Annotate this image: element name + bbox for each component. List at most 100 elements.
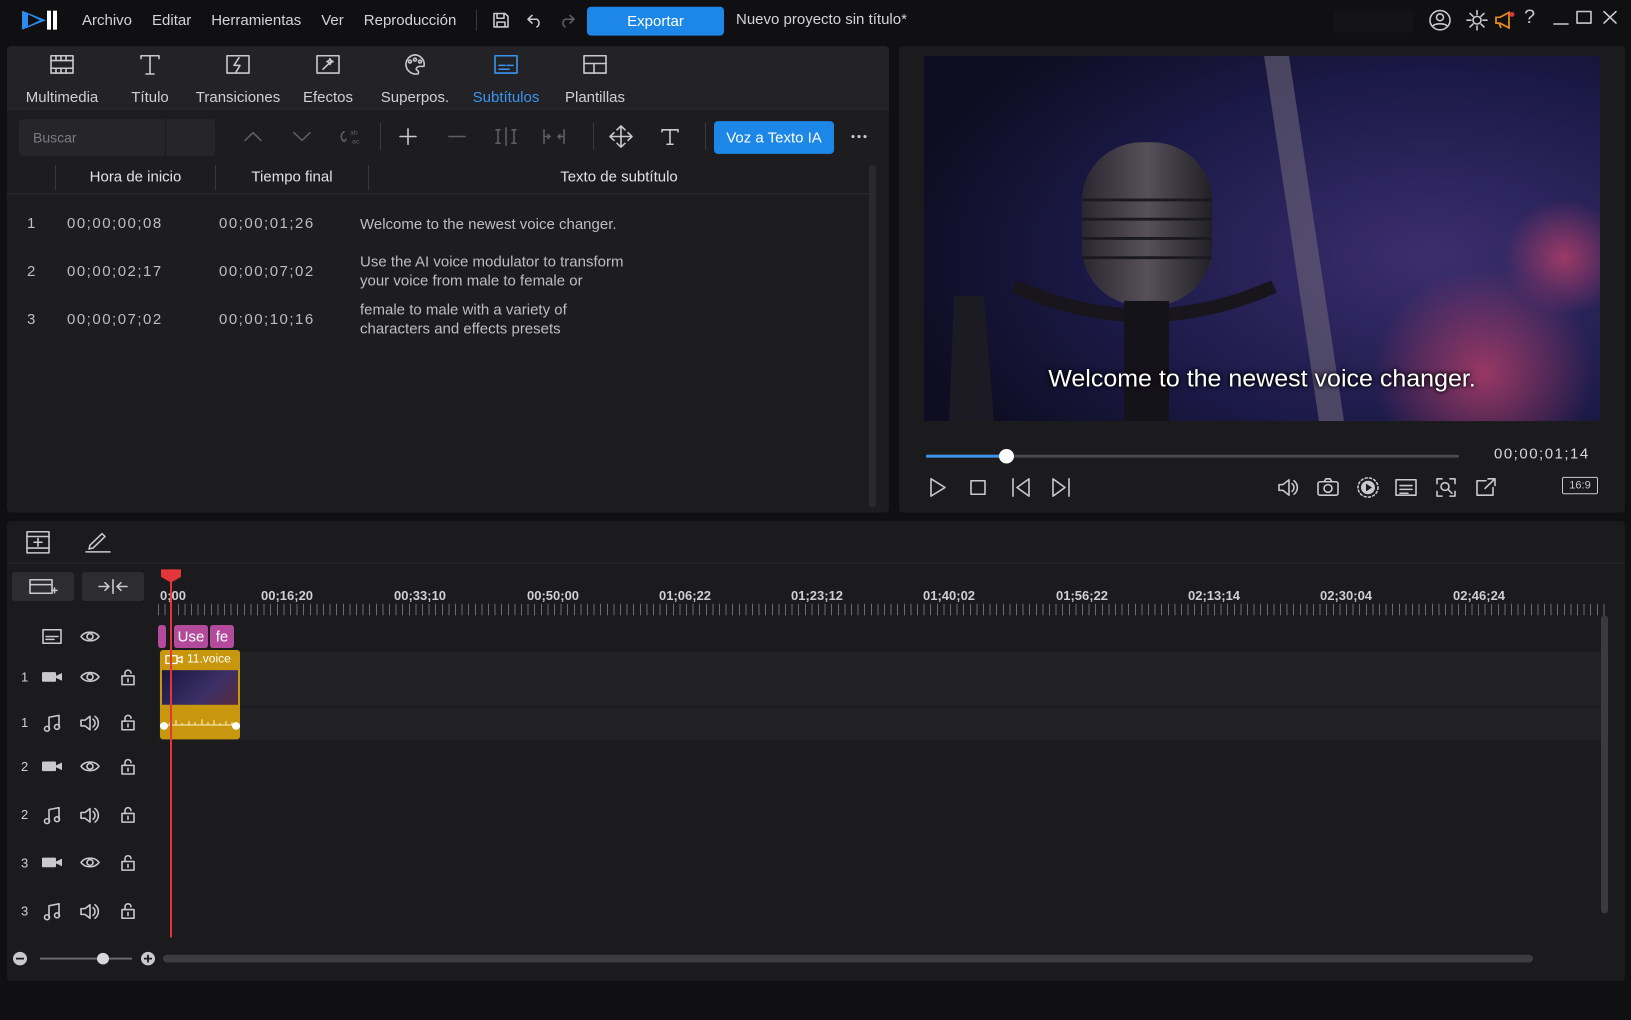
play-button[interactable] xyxy=(921,472,953,503)
stop-button[interactable] xyxy=(962,472,994,503)
video-preview[interactable]: Welcome to the newest voice changer. xyxy=(924,55,1600,422)
save-icon[interactable] xyxy=(491,11,511,30)
lock-icon[interactable] xyxy=(119,712,137,734)
next-frame-button[interactable] xyxy=(1045,472,1077,503)
eye-icon[interactable] xyxy=(79,668,101,688)
previous-frame-button[interactable] xyxy=(1005,472,1037,503)
start-time[interactable]: 00;00;00;08 xyxy=(67,215,163,231)
lock-icon[interactable] xyxy=(119,757,137,779)
menu-ver[interactable]: Ver xyxy=(321,12,344,28)
account-icon[interactable] xyxy=(1428,9,1452,35)
remove-subtitle-button[interactable] xyxy=(441,121,473,152)
merge-subtitle-button[interactable] xyxy=(538,121,570,152)
eye-icon[interactable] xyxy=(79,758,101,778)
menu-editar[interactable]: Editar xyxy=(152,12,191,28)
text-format-button[interactable] xyxy=(654,121,686,152)
subtitle-toggle-button[interactable] xyxy=(1390,472,1422,503)
snapshot-button[interactable] xyxy=(1312,472,1344,503)
playhead-line[interactable] xyxy=(170,569,172,938)
subtitle-row[interactable]: 2 00;00;02;17 00;00;07;02 Use the AI voi… xyxy=(7,248,869,296)
subtitle-text[interactable]: Welcome to the newest voice changer. xyxy=(360,215,640,234)
lock-icon[interactable] xyxy=(119,853,137,875)
speaker-icon[interactable] xyxy=(79,713,101,735)
speaker-icon[interactable] xyxy=(79,902,101,924)
help-icon[interactable]: ? xyxy=(1524,7,1535,29)
move-down-button[interactable] xyxy=(286,121,318,152)
edit-pen-icon[interactable] xyxy=(83,530,113,558)
add-track-button[interactable] xyxy=(12,572,74,601)
redo-icon[interactable] xyxy=(557,11,577,30)
speaker-icon[interactable] xyxy=(79,806,101,828)
timeline-horizontal-scrollbar[interactable] xyxy=(163,954,1533,963)
lock-icon[interactable] xyxy=(119,901,137,923)
position-subtitle-button[interactable] xyxy=(605,121,637,152)
menu-archivo[interactable]: Archivo xyxy=(82,12,132,28)
end-time[interactable]: 00;00;01;26 xyxy=(219,215,315,231)
zoom-out-icon[interactable] xyxy=(12,951,28,969)
more-options-button[interactable] xyxy=(843,121,875,152)
start-time[interactable]: 00;00;02;17 xyxy=(67,263,163,279)
subtitle-text[interactable]: female to male with a variety of charact… xyxy=(360,301,640,339)
menu-reproduccion[interactable]: Reproducción xyxy=(364,12,457,28)
seek-bar[interactable] xyxy=(926,449,1459,464)
tab-plantillas[interactable]: Plantillas xyxy=(560,52,630,106)
subtitle-row[interactable]: 1 00;00;00;08 00;00;01;26 Welcome to the… xyxy=(7,200,869,248)
video-track-lane[interactable] xyxy=(159,651,1607,706)
undo-icon[interactable] xyxy=(525,11,545,30)
column-start-time[interactable]: Hora de inicio xyxy=(57,160,214,195)
timeline-ruler[interactable]: 0;00 00;16;20 00;33;10 00;50;00 01;06;22… xyxy=(158,571,1610,621)
video-clip[interactable]: 11.voice xyxy=(160,649,240,740)
volume-button[interactable] xyxy=(1272,472,1304,503)
minimize-icon[interactable] xyxy=(1552,9,1570,31)
playhead-handle[interactable] xyxy=(161,569,181,583)
fit-timeline-button[interactable] xyxy=(82,572,144,601)
subtitle-text[interactable]: Use the AI voice modulator to transform … xyxy=(360,253,640,291)
subtitle-list-scrollbar[interactable] xyxy=(869,165,876,508)
audio-track-lane[interactable] xyxy=(159,707,1607,741)
timeline-zoom-slider[interactable] xyxy=(40,957,132,960)
subtitle-row[interactable]: 3 00;00;07;02 00;00;10;16 female to male… xyxy=(7,296,869,344)
split-subtitle-button[interactable] xyxy=(490,121,522,152)
playback-mode-button[interactable] xyxy=(1352,472,1384,503)
timeline-vertical-scrollbar[interactable] xyxy=(1601,615,1608,914)
zoom-slider-thumb[interactable] xyxy=(97,952,109,965)
speech-to-text-button[interactable]: Voz a Texto IA xyxy=(714,121,834,154)
close-icon[interactable] xyxy=(1601,9,1619,29)
eye-icon[interactable] xyxy=(79,854,101,874)
tab-superpos[interactable]: Superpos. xyxy=(379,52,451,106)
undock-preview-button[interactable] xyxy=(1470,472,1502,503)
subtitle-clip[interactable]: Use xyxy=(174,624,208,649)
subtitle-clip[interactable] xyxy=(158,624,166,649)
eye-icon[interactable] xyxy=(79,628,101,648)
lock-icon[interactable] xyxy=(119,667,137,689)
menu-herramientas[interactable]: Herramientas xyxy=(211,12,301,28)
replace-text-button[interactable]: ab ac xyxy=(335,121,367,152)
end-time[interactable]: 00;00;10;16 xyxy=(219,312,315,328)
zoom-preview-button[interactable] xyxy=(1430,472,1462,503)
tab-subtitulos[interactable]: Subtítulos xyxy=(466,52,546,106)
lock-icon[interactable] xyxy=(119,805,137,827)
tab-multimedia[interactable]: Multimedia xyxy=(17,52,107,106)
start-time[interactable]: 00;00;07;02 xyxy=(67,312,163,328)
audio-keyframe-start[interactable] xyxy=(160,722,168,730)
track-manager-icon[interactable] xyxy=(25,530,51,558)
column-subtitle-text[interactable]: Texto de subtítulo xyxy=(369,160,869,195)
subtitle-clip[interactable]: fe xyxy=(210,624,234,649)
search-input[interactable] xyxy=(19,119,165,156)
column-end-time[interactable]: Tiempo final xyxy=(217,160,367,195)
seek-thumb[interactable] xyxy=(998,449,1014,464)
add-subtitle-button[interactable] xyxy=(392,121,424,152)
tab-efectos[interactable]: Efectos xyxy=(298,52,358,106)
move-up-button[interactable] xyxy=(237,121,269,152)
subtitle-track-lane[interactable] xyxy=(159,623,1607,650)
aspect-ratio-button[interactable]: 16:9 xyxy=(1562,476,1598,495)
tab-transiciones[interactable]: Transiciones xyxy=(195,52,281,106)
export-button[interactable]: Exportar xyxy=(587,6,724,36)
zoom-in-icon[interactable] xyxy=(140,951,156,969)
settings-icon[interactable] xyxy=(1465,9,1489,35)
tab-titulo[interactable]: Título xyxy=(120,52,180,106)
end-time[interactable]: 00;00;07;02 xyxy=(219,263,315,279)
notification-megaphone-icon[interactable] xyxy=(1493,9,1517,35)
maximize-icon[interactable] xyxy=(1575,9,1593,29)
audio-keyframe-end[interactable] xyxy=(232,722,240,730)
